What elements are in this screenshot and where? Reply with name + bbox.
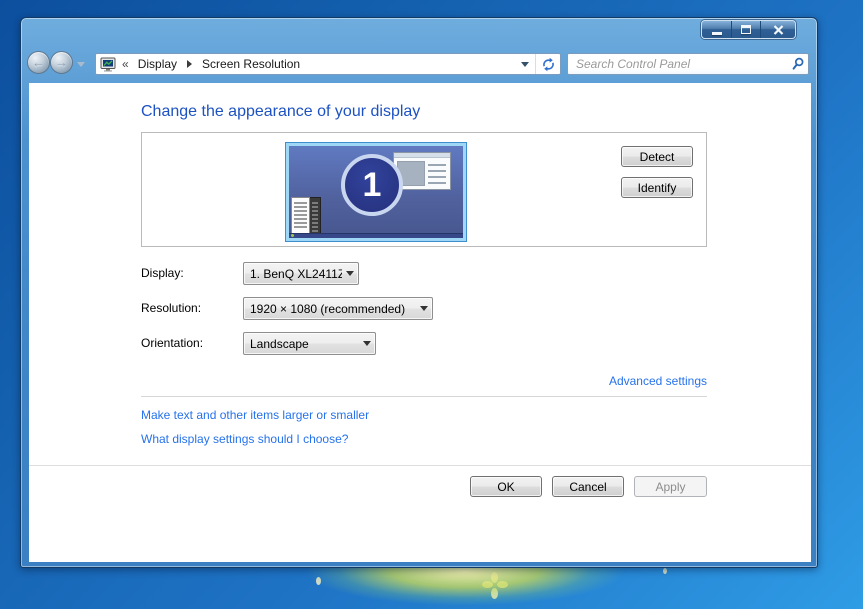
page-title: Change the appearance of your display bbox=[141, 103, 420, 121]
footer-divider bbox=[29, 465, 811, 466]
forward-button[interactable]: → bbox=[50, 51, 73, 74]
maximize-button[interactable] bbox=[731, 21, 760, 38]
forward-arrow-icon: → bbox=[55, 55, 68, 70]
monitor-screen: 1 bbox=[289, 146, 463, 238]
display-select[interactable]: 1. BenQ XL2411Z bbox=[243, 262, 359, 285]
cancel-button[interactable]: Cancel bbox=[552, 476, 624, 497]
close-button[interactable] bbox=[760, 21, 795, 38]
apply-button[interactable]: Apply bbox=[634, 476, 707, 497]
client-area: Change the appearance of your display 1 bbox=[29, 83, 811, 562]
maximize-icon bbox=[741, 25, 751, 34]
address-bar[interactable]: « Display Screen Resolution bbox=[95, 53, 561, 75]
display-icon bbox=[100, 56, 116, 72]
window-caption-buttons bbox=[701, 20, 796, 39]
identify-button[interactable]: Identify bbox=[621, 177, 693, 198]
resolution-select-value: 1920 × 1080 (recommended) bbox=[244, 302, 416, 316]
search-box bbox=[567, 53, 809, 75]
refresh-icon bbox=[541, 57, 556, 72]
start-menu-thumbnail bbox=[291, 197, 321, 235]
resolution-select[interactable]: 1920 × 1080 (recommended) bbox=[243, 297, 433, 320]
orientation-select[interactable]: Landscape bbox=[243, 332, 376, 355]
refresh-button[interactable] bbox=[536, 54, 560, 74]
monitor-number: 1 bbox=[363, 166, 382, 205]
chevron-down-icon bbox=[342, 271, 358, 276]
breadcrumb-item-display[interactable]: Display bbox=[134, 57, 181, 71]
close-icon bbox=[773, 25, 784, 35]
taskbar-thumbnail bbox=[289, 233, 463, 238]
breadcrumb-separator-icon[interactable] bbox=[187, 60, 192, 68]
ok-button[interactable]: OK bbox=[470, 476, 542, 497]
chevron-down-icon bbox=[359, 341, 375, 346]
recent-pages-dropdown[interactable] bbox=[77, 62, 85, 67]
display-settings-help-link[interactable]: What display settings should I choose? bbox=[141, 432, 348, 446]
orientation-select-value: Landscape bbox=[244, 337, 359, 351]
chevron-down-icon bbox=[521, 62, 529, 67]
minimize-icon bbox=[712, 32, 722, 35]
resolution-label: Resolution: bbox=[141, 297, 201, 320]
minimize-button[interactable] bbox=[702, 21, 731, 38]
start-orb-icon bbox=[291, 234, 294, 237]
monitor-1-preview[interactable]: 1 bbox=[285, 142, 467, 242]
section-divider bbox=[141, 396, 707, 397]
advanced-settings-link[interactable]: Advanced settings bbox=[609, 374, 707, 388]
monitor-number-badge: 1 bbox=[341, 154, 403, 216]
address-dropdown-button[interactable] bbox=[515, 54, 535, 74]
make-text-larger-link[interactable]: Make text and other items larger or smal… bbox=[141, 408, 369, 422]
display-label: Display: bbox=[141, 262, 184, 285]
orientation-label: Orientation: bbox=[141, 332, 203, 355]
breadcrumb-overflow-chevron[interactable]: « bbox=[122, 57, 129, 71]
chevron-down-icon bbox=[416, 306, 432, 311]
breadcrumb-item-screen-resolution[interactable]: Screen Resolution bbox=[198, 57, 304, 71]
search-input[interactable] bbox=[568, 57, 788, 71]
screen-resolution-window: ← → « Display Screen Resolution bbox=[20, 17, 818, 568]
detect-button[interactable]: Detect bbox=[621, 146, 693, 167]
back-button[interactable]: ← bbox=[27, 51, 50, 74]
back-arrow-icon: ← bbox=[32, 55, 45, 70]
search-icon[interactable] bbox=[788, 54, 808, 74]
display-select-value: 1. BenQ XL2411Z bbox=[244, 267, 342, 281]
